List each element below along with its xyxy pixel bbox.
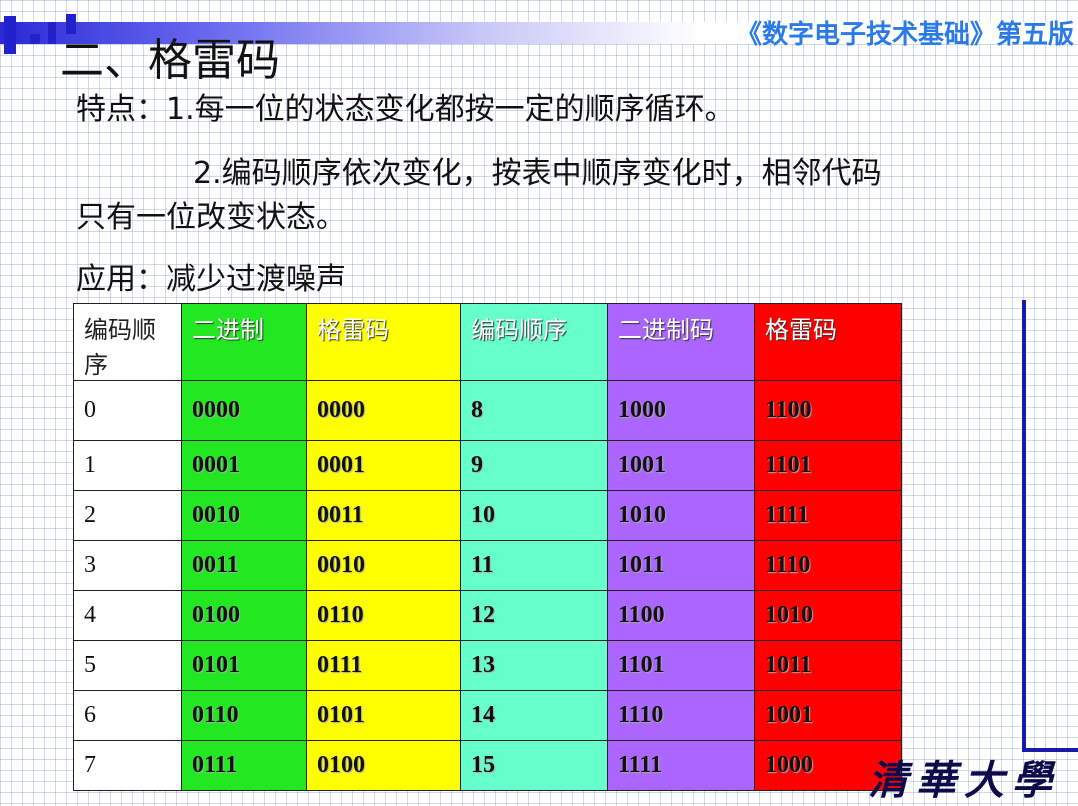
decorative-square — [4, 16, 16, 54]
table-cell: 0011 — [181, 540, 307, 591]
page-title: 二、格雷码 — [60, 35, 280, 86]
column-header: 二进制码 — [607, 303, 755, 381]
feature-line-2: 2.编码顺序依次变化，按表中顺序变化时，相邻代码 — [193, 156, 882, 191]
table-cell: 5 — [73, 640, 182, 691]
table-row: 3 0011 0010 11 1011 1110 — [73, 540, 902, 591]
table-cell: 1111 — [607, 740, 755, 791]
column-header: 二进制 — [181, 303, 307, 381]
table-cell: 1011 — [607, 540, 755, 591]
column-header: 编码顺序 — [460, 303, 608, 381]
table-cell: 14 — [460, 690, 608, 741]
table-cell: 0010 — [306, 540, 461, 591]
table-cell: 15 — [460, 740, 608, 791]
table-cell: 1011 — [754, 640, 902, 691]
table-cell: 1010 — [607, 490, 755, 541]
table-row: 6 0110 0101 14 1110 1001 — [73, 690, 902, 741]
table-cell: 8 — [460, 380, 608, 441]
table-cell: 0110 — [306, 590, 461, 641]
table-row: 0 0000 0000 8 1000 1100 — [73, 380, 902, 441]
table-cell: 2 — [73, 490, 182, 541]
feature-line-1: 特点：1.每一位的状态变化都按一定的顺序循环。 — [76, 92, 735, 127]
table-cell: 12 — [460, 590, 608, 641]
table-cell: 0000 — [181, 380, 307, 441]
table-cell: 11 — [460, 540, 608, 591]
table-cell: 10 — [460, 490, 608, 541]
table-cell: 0000 — [306, 380, 461, 441]
table-cell: 1001 — [754, 690, 902, 741]
table-cell: 0011 — [306, 490, 461, 541]
table-cell: 1100 — [607, 590, 755, 641]
table-cell: 1110 — [607, 690, 755, 741]
table-cell: 1010 — [754, 590, 902, 641]
book-title: 《数字电子技术基础》第五版 — [735, 20, 1074, 50]
table-cell: 0010 — [181, 490, 307, 541]
decorative-square — [30, 34, 40, 44]
table-cell: 7 — [73, 740, 182, 791]
table-row: 1 0001 0001 9 1001 1101 — [73, 440, 902, 491]
table-cell: 1001 — [607, 440, 755, 491]
table-cell: 9 — [460, 440, 608, 491]
decorative-vertical-line — [1022, 300, 1026, 750]
table-cell: 0110 — [181, 690, 307, 741]
table-cell: 0001 — [306, 440, 461, 491]
column-header: 格雷码 — [754, 303, 902, 381]
table-cell: 3 — [73, 540, 182, 591]
table-cell: 1101 — [607, 640, 755, 691]
table-cell: 6 — [73, 690, 182, 741]
table-cell: 13 — [460, 640, 608, 691]
table-cell: 0 — [73, 380, 182, 441]
table-cell: 1100 — [754, 380, 902, 441]
table-cell: 0100 — [181, 590, 307, 641]
application-line: 应用：减少过渡噪声 — [76, 262, 346, 297]
column-header: 格雷码 — [306, 303, 461, 381]
table-cell: 0101 — [181, 640, 307, 691]
table-cell: 0101 — [306, 690, 461, 741]
gray-code-table: 编码顺序 二进制 格雷码 编码顺序 二进制码 格雷码 0 0000 0000 8 100… — [73, 303, 902, 791]
table-cell: 0111 — [306, 640, 461, 691]
table-row: 5 0101 0111 13 1101 1011 — [73, 640, 902, 691]
decorative-square — [48, 22, 56, 44]
university-logo: 清華大學 — [868, 757, 1060, 804]
table-cell: 1000 — [607, 380, 755, 441]
table-cell: 1101 — [754, 440, 902, 491]
feature-line-3: 只有一位改变状态。 — [76, 200, 346, 235]
table-row: 7 0111 0100 15 1111 1000 — [73, 740, 902, 791]
table-cell: 0111 — [181, 740, 307, 791]
table-row: 2 0010 0011 10 1010 1111 — [73, 490, 902, 541]
table-row: 4 0100 0110 12 1100 1010 — [73, 590, 902, 641]
table-cell: 0100 — [306, 740, 461, 791]
table-cell: 1111 — [754, 490, 902, 541]
table-cell: 1 — [73, 440, 182, 491]
column-header: 编码顺序 — [73, 303, 182, 381]
table-header-row: 编码顺序 二进制 格雷码 编码顺序 二进制码 格雷码 — [73, 303, 902, 381]
table-cell: 1110 — [754, 540, 902, 591]
table-cell: 4 — [73, 590, 182, 641]
table-cell: 0001 — [181, 440, 307, 491]
